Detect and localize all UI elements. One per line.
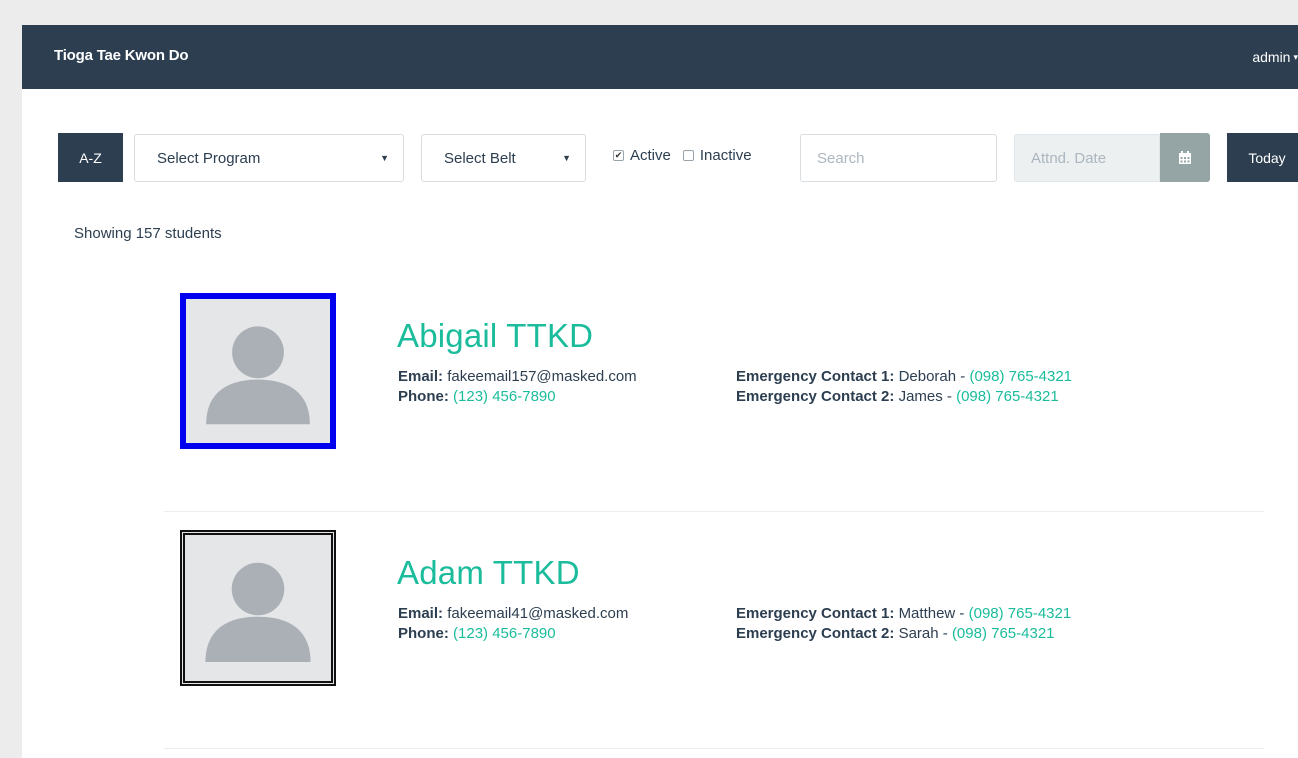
emergency-contacts: Emergency Contact 1: Deborah - (098) 765… [736, 368, 1073, 405]
student-name-link[interactable]: Abigail TTKD [397, 317, 593, 355]
ec2-name: Sarah [898, 625, 939, 642]
user-menu[interactable]: admin ▾ [1252, 49, 1298, 65]
ec2-phone-link[interactable]: (098) 765-4321 [952, 625, 1055, 642]
today-button[interactable]: Today [1227, 133, 1298, 182]
student-card: Adam TTKD Email: fakeemail41@masked.com … [164, 512, 1264, 749]
dropdown-arrow-icon: ▼ [380, 153, 389, 163]
status-filter: ✔ Active Inactive [613, 147, 758, 164]
student-phone-link[interactable]: (123) 456-7890 [453, 388, 556, 405]
student-photo[interactable] [180, 530, 336, 686]
active-label[interactable]: Active [630, 147, 671, 164]
student-email: fakeemail157@masked.com [447, 368, 637, 385]
inactive-label[interactable]: Inactive [700, 147, 752, 164]
program-select-value: Select Program [157, 149, 261, 167]
search-input[interactable] [800, 134, 997, 182]
navbar: Tioga Tae Kwon Do admin ▾ [22, 25, 1298, 89]
phone-label: Phone: [398, 625, 449, 642]
student-contact: Email: fakeemail41@masked.com Phone: (12… [398, 604, 628, 644]
belt-select[interactable]: Select Belt ▼ [421, 134, 586, 182]
person-placeholder-icon [205, 562, 311, 663]
phone-label: Phone: [398, 388, 449, 405]
inactive-checkbox[interactable] [682, 150, 694, 161]
ec1-phone-link[interactable]: (098) 765-4321 [969, 605, 1072, 622]
emergency-contacts: Emergency Contact 1: Matthew - (098) 765… [736, 605, 1072, 642]
person-placeholder-icon [206, 326, 310, 425]
ec2-label: Emergency Contact 2: [736, 388, 895, 405]
student-photo[interactable] [180, 293, 336, 449]
ec1-name: Deborah [898, 368, 957, 385]
email-label: Email: [398, 368, 444, 385]
ec2-phone-link[interactable]: (098) 765-4321 [956, 388, 1059, 405]
ec1-label: Emergency Contact 1: [736, 368, 895, 385]
filter-toolbar: A-Z Select Program ▼ Select Belt ▼ ✔ Act… [22, 133, 1298, 183]
ec2-label: Emergency Contact 2: [736, 625, 895, 642]
sort-az-button[interactable]: A-Z [58, 133, 123, 182]
student-count: Showing 157 students [74, 225, 222, 242]
divider [164, 748, 1264, 749]
ec2-name: James [898, 388, 943, 405]
user-name: admin [1252, 49, 1291, 65]
ec1-label: Emergency Contact 1: [736, 605, 895, 622]
belt-select-value: Select Belt [444, 149, 516, 167]
student-name-link[interactable]: Adam TTKD [397, 554, 580, 592]
program-select[interactable]: Select Program ▼ [134, 134, 404, 182]
student-contact: Email: fakeemail157@masked.com Phone: (1… [398, 367, 637, 407]
dropdown-arrow-icon: ▼ [562, 153, 571, 163]
ec1-phone-link[interactable]: (098) 765-4321 [969, 368, 1072, 385]
email-label: Email: [398, 605, 444, 622]
chevron-down-icon: ▾ [1293, 51, 1298, 62]
active-checkbox[interactable]: ✔ [613, 150, 624, 161]
student-card: Abigail TTKD Email: fakeemail157@masked.… [164, 275, 1264, 512]
calendar-button[interactable] [1160, 133, 1210, 182]
brand-link[interactable]: Tioga Tae Kwon Do [54, 47, 189, 64]
student-phone-link[interactable]: (123) 456-7890 [453, 625, 556, 642]
app-page: Tioga Tae Kwon Do admin ▾ A-Z Select Pro… [22, 25, 1298, 758]
calendar-icon [1179, 150, 1191, 164]
attendance-date-input[interactable] [1014, 134, 1160, 182]
ec1-name: Matthew [898, 605, 956, 622]
student-email: fakeemail41@masked.com [447, 605, 629, 622]
